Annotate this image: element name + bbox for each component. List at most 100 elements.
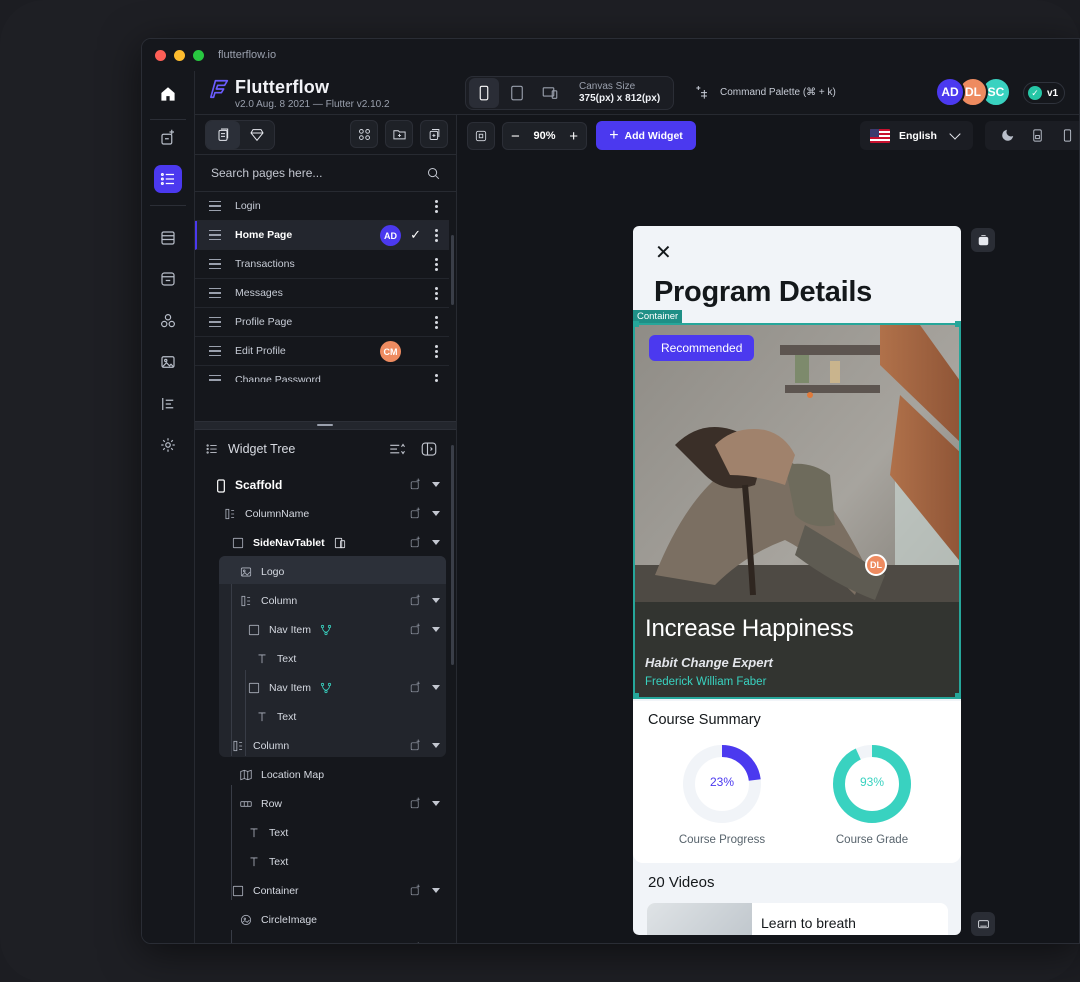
caret-down-icon[interactable] <box>432 598 440 603</box>
integrations-icon[interactable] <box>154 307 182 335</box>
add-child-widget-icon[interactable] <box>409 884 422 897</box>
tree-node[interactable]: CircleImage <box>195 905 448 934</box>
page-row[interactable]: Change Password <box>195 366 449 382</box>
fit-screen-icon[interactable] <box>467 122 495 150</box>
add-child-widget-icon[interactable] <box>409 797 422 810</box>
version-pill[interactable]: ✓ v1 <box>1023 82 1065 104</box>
collaborator-avatar-ad[interactable]: AD <box>935 77 965 107</box>
page-row[interactable]: Profile Page <box>195 308 449 337</box>
hero-subtitle[interactable]: Habit Change Expert <box>645 655 959 670</box>
search-pages-input[interactable] <box>211 166 426 180</box>
editor-avatar[interactable]: AD <box>380 225 401 246</box>
hero-author[interactable]: Frederick William Faber <box>645 676 959 688</box>
pages-tab-icon[interactable] <box>206 121 240 149</box>
caret-down-icon[interactable] <box>432 743 440 748</box>
media-assets-icon[interactable] <box>154 348 182 376</box>
maximize-window-dot[interactable] <box>193 49 204 61</box>
add-child-widget-icon[interactable] <box>409 623 422 636</box>
tree-node[interactable]: Row <box>195 934 448 944</box>
drag-handle-icon[interactable] <box>209 230 221 240</box>
tree-node[interactable]: Text <box>195 847 448 876</box>
hero-title[interactable]: Increase Happiness <box>645 615 959 643</box>
components-tab-diamond-icon[interactable] <box>240 121 274 149</box>
home-icon[interactable] <box>154 80 182 108</box>
add-child-widget-icon[interactable] <box>409 536 422 549</box>
tree-node[interactable]: Nav Item <box>195 673 448 702</box>
storyboard-icon[interactable] <box>154 265 182 293</box>
settings-gear-icon[interactable] <box>154 431 182 459</box>
drag-handle-icon[interactable] <box>209 288 221 298</box>
selection-handle[interactable] <box>633 321 639 327</box>
phone-device-icon[interactable] <box>469 78 499 108</box>
add-widget-button[interactable]: + Add Widget <box>596 121 696 150</box>
pages-scrollbar[interactable] <box>451 235 454 305</box>
caret-down-icon[interactable] <box>432 685 440 690</box>
more-options-icon[interactable] <box>435 229 438 242</box>
tree-node[interactable]: Text <box>195 818 448 847</box>
drag-handle-icon[interactable] <box>209 346 221 356</box>
add-child-widget-icon[interactable] <box>409 681 422 694</box>
new-folder-icon[interactable] <box>385 120 413 148</box>
tree-node[interactable]: Column <box>195 731 448 760</box>
caret-down-icon[interactable] <box>432 511 440 516</box>
page-title[interactable]: Program Details <box>654 276 872 309</box>
tree-node[interactable]: Scaffold <box>195 470 448 499</box>
drag-handle-icon[interactable] <box>209 317 221 327</box>
tree-node[interactable]: Location Map <box>195 760 448 789</box>
add-page-icon[interactable] <box>420 120 448 148</box>
drag-handle-icon[interactable] <box>209 259 221 269</box>
tablet-device-icon[interactable] <box>502 78 532 108</box>
tree-node[interactable]: Column <box>195 586 448 615</box>
dark-mode-moon-icon[interactable] <box>1000 128 1015 143</box>
caret-down-icon[interactable] <box>432 627 440 632</box>
tree-node[interactable]: Nav Item <box>195 615 448 644</box>
more-options-icon[interactable] <box>435 374 438 382</box>
command-palette-button[interactable]: Command Palette (⌘ + k) <box>695 84 836 100</box>
tree-node[interactable]: ColumnName <box>195 499 448 528</box>
selection-handle[interactable] <box>955 693 961 699</box>
theme-text-icon[interactable] <box>154 390 182 418</box>
add-child-widget-icon[interactable] <box>409 942 422 943</box>
toggle-panel-icon[interactable] <box>420 440 438 458</box>
caret-down-icon[interactable] <box>432 888 440 893</box>
caret-down-icon[interactable] <box>432 482 440 487</box>
tree-node[interactable]: Row <box>195 789 448 818</box>
zoom-out-button[interactable]: − <box>511 128 520 145</box>
selection-handle[interactable] <box>633 693 639 699</box>
video-card[interactable]: Learn to breath <box>647 903 948 935</box>
drag-handle-icon[interactable] <box>209 201 221 211</box>
canvas-size-info[interactable]: Canvas Size 375(px) x 812(px) <box>579 81 660 106</box>
editor-avatar[interactable]: CM <box>380 341 401 362</box>
tree-scrollbar[interactable] <box>451 445 454 665</box>
tree-node[interactable]: Container <box>195 876 448 905</box>
page-row[interactable]: Messages <box>195 279 449 308</box>
caret-down-icon[interactable] <box>432 540 440 545</box>
add-child-widget-icon[interactable] <box>409 507 422 520</box>
widget-options-icon[interactable] <box>971 228 995 252</box>
drag-handle-icon[interactable] <box>209 375 221 382</box>
phone-preview[interactable]: ✕ Program Details Container Recommended … <box>633 226 961 935</box>
keyboard-preview-icon[interactable] <box>971 912 995 936</box>
add-child-widget-icon[interactable] <box>409 594 422 607</box>
tree-node[interactable]: Logo <box>195 557 448 586</box>
panel-resize-handle[interactable] <box>195 421 456 430</box>
database-icon[interactable] <box>154 224 182 252</box>
add-child-widget-icon[interactable] <box>409 478 422 491</box>
add-page-icon[interactable] <box>154 124 182 152</box>
grid-view-icon[interactable] <box>350 120 378 148</box>
hero-container[interactable]: Recommended DL Increase Happiness Habit … <box>633 323 961 699</box>
tree-node[interactable]: Text <box>195 644 448 673</box>
add-child-widget-icon[interactable] <box>409 739 422 752</box>
minimize-window-dot[interactable] <box>174 49 185 61</box>
tree-node[interactable]: SideNavTablet <box>195 528 448 557</box>
widget-tree-nav-icon[interactable] <box>154 165 182 193</box>
page-row[interactable]: Login <box>195 192 449 221</box>
more-options-icon[interactable] <box>435 316 438 329</box>
course-summary-card[interactable]: Course Summary 23% Course Progress 93% C… <box>633 701 961 863</box>
more-options-icon[interactable] <box>435 200 438 213</box>
url-text[interactable]: flutterflow.io <box>218 49 276 61</box>
caret-down-icon[interactable] <box>432 801 440 806</box>
page-row[interactable]: Transactions <box>195 250 449 279</box>
more-options-icon[interactable] <box>435 287 438 300</box>
language-dropdown[interactable]: English <box>860 121 973 150</box>
